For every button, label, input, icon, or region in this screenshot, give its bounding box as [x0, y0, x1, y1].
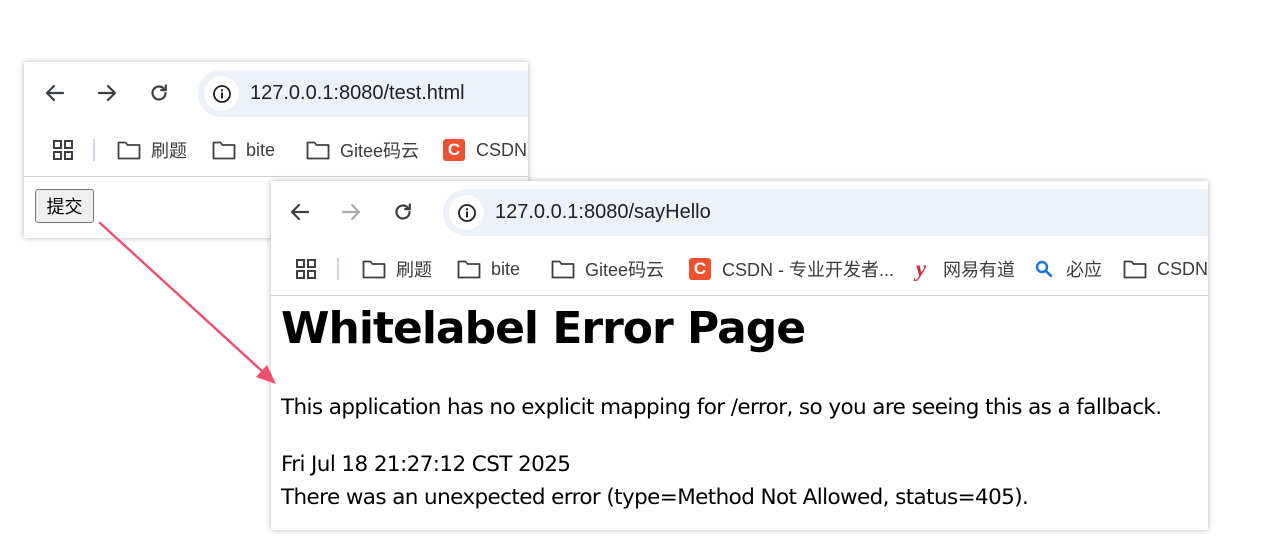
browser-toolbar: 127.0.0.1:8080/sayHello: [271, 181, 1208, 245]
bookmark-bite[interactable]: bite: [212, 136, 275, 164]
csdn-icon: C: [688, 258, 712, 280]
csdn-icon: C: [442, 139, 466, 161]
address-bar[interactable]: 127.0.0.1:8080/sayHello: [443, 189, 1208, 236]
browser-toolbar: 127.0.0.1:8080/test.html: [24, 62, 528, 126]
arrow-left-icon: [290, 203, 310, 221]
bookmark-gitee[interactable]: Gitee码云: [306, 136, 419, 164]
bookmark-label: Gitee码云: [340, 141, 420, 161]
bing-search-icon: [1032, 258, 1056, 280]
bookmark-shuati[interactable]: 刷题: [117, 136, 187, 164]
back-button[interactable]: [283, 195, 317, 229]
bookmark-label: Gitee码云: [585, 260, 665, 280]
bookmark-label: CSDN: [1157, 258, 1208, 279]
error-detail: There was an unexpected error (type=Meth…: [281, 485, 1029, 510]
reload-icon: [395, 203, 411, 220]
folder-icon: [457, 258, 481, 280]
youdao-icon: y: [915, 256, 927, 281]
bookmark-label: 网易有道: [943, 260, 1015, 280]
url-text: 127.0.0.1:8080/sayHello: [495, 201, 711, 223]
bookmark-bing[interactable]: 必应: [1032, 255, 1102, 283]
url-text: 127.0.0.1:8080/test.html: [250, 82, 465, 104]
folder-icon: [362, 258, 386, 280]
arrow-right-icon: [97, 84, 117, 102]
bookmark-label: CSDN - 专业开发者...: [722, 260, 895, 280]
bookmark-label: 必应: [1066, 260, 1102, 280]
info-icon: [212, 84, 231, 103]
bookmarks-bar: 刷题 bite Gitee码云 C CSDN: [24, 126, 528, 177]
bookmarks-separator: [337, 258, 339, 280]
reload-icon: [151, 84, 167, 101]
folder-icon: [1123, 258, 1147, 280]
browser-window-error-page: 127.0.0.1:8080/sayHello 刷题 bite Gitee码云 …: [271, 181, 1208, 530]
bookmark-label: bite: [246, 139, 276, 160]
bookmark-csdn-pro[interactable]: C CSDN - 专业开发者...: [688, 255, 894, 283]
bookmarks-bar: 刷题 bite Gitee码云 C CSDN - 专业开发者... y 网易有道…: [271, 245, 1208, 296]
forward-button[interactable]: [90, 76, 124, 110]
bookmark-label: 刷题: [396, 260, 432, 280]
bookmark-shuati[interactable]: 刷题: [362, 255, 432, 283]
error-title: Whitelabel Error Page: [281, 303, 806, 354]
forward-button[interactable]: [334, 195, 368, 229]
bookmark-csdn-folder[interactable]: CSDN: [1123, 255, 1208, 283]
apps-grid-icon[interactable]: [52, 139, 74, 161]
folder-icon: [117, 139, 141, 161]
bookmark-youdao[interactable]: y 网易有道: [909, 255, 1015, 283]
arrow-right-icon: [341, 203, 361, 221]
error-message: This application has no explicit mapping…: [281, 395, 1162, 420]
error-timestamp: Fri Jul 18 21:27:12 CST 2025: [281, 452, 571, 477]
folder-icon: [551, 258, 575, 280]
folder-icon: [212, 139, 236, 161]
site-info-button[interactable]: [449, 195, 484, 230]
folder-icon: [306, 139, 330, 161]
address-bar[interactable]: 127.0.0.1:8080/test.html: [198, 70, 528, 117]
submit-button[interactable]: 提交: [35, 189, 94, 223]
info-icon: [457, 203, 476, 222]
bookmark-label: CSDN: [476, 139, 528, 160]
bookmark-gitee[interactable]: Gitee码云: [551, 255, 664, 283]
site-info-button[interactable]: [204, 76, 239, 111]
bookmark-label: 刷题: [151, 141, 187, 161]
apps-grid-icon[interactable]: [295, 258, 317, 280]
bookmark-csdn[interactable]: C CSDN: [442, 136, 527, 164]
bookmarks-separator: [93, 139, 95, 161]
back-button[interactable]: [38, 76, 72, 110]
reload-button[interactable]: [386, 195, 420, 229]
bookmark-bite[interactable]: bite: [457, 255, 520, 283]
arrow-left-icon: [45, 84, 65, 102]
bookmark-label: bite: [491, 258, 521, 279]
reload-button[interactable]: [142, 76, 176, 110]
